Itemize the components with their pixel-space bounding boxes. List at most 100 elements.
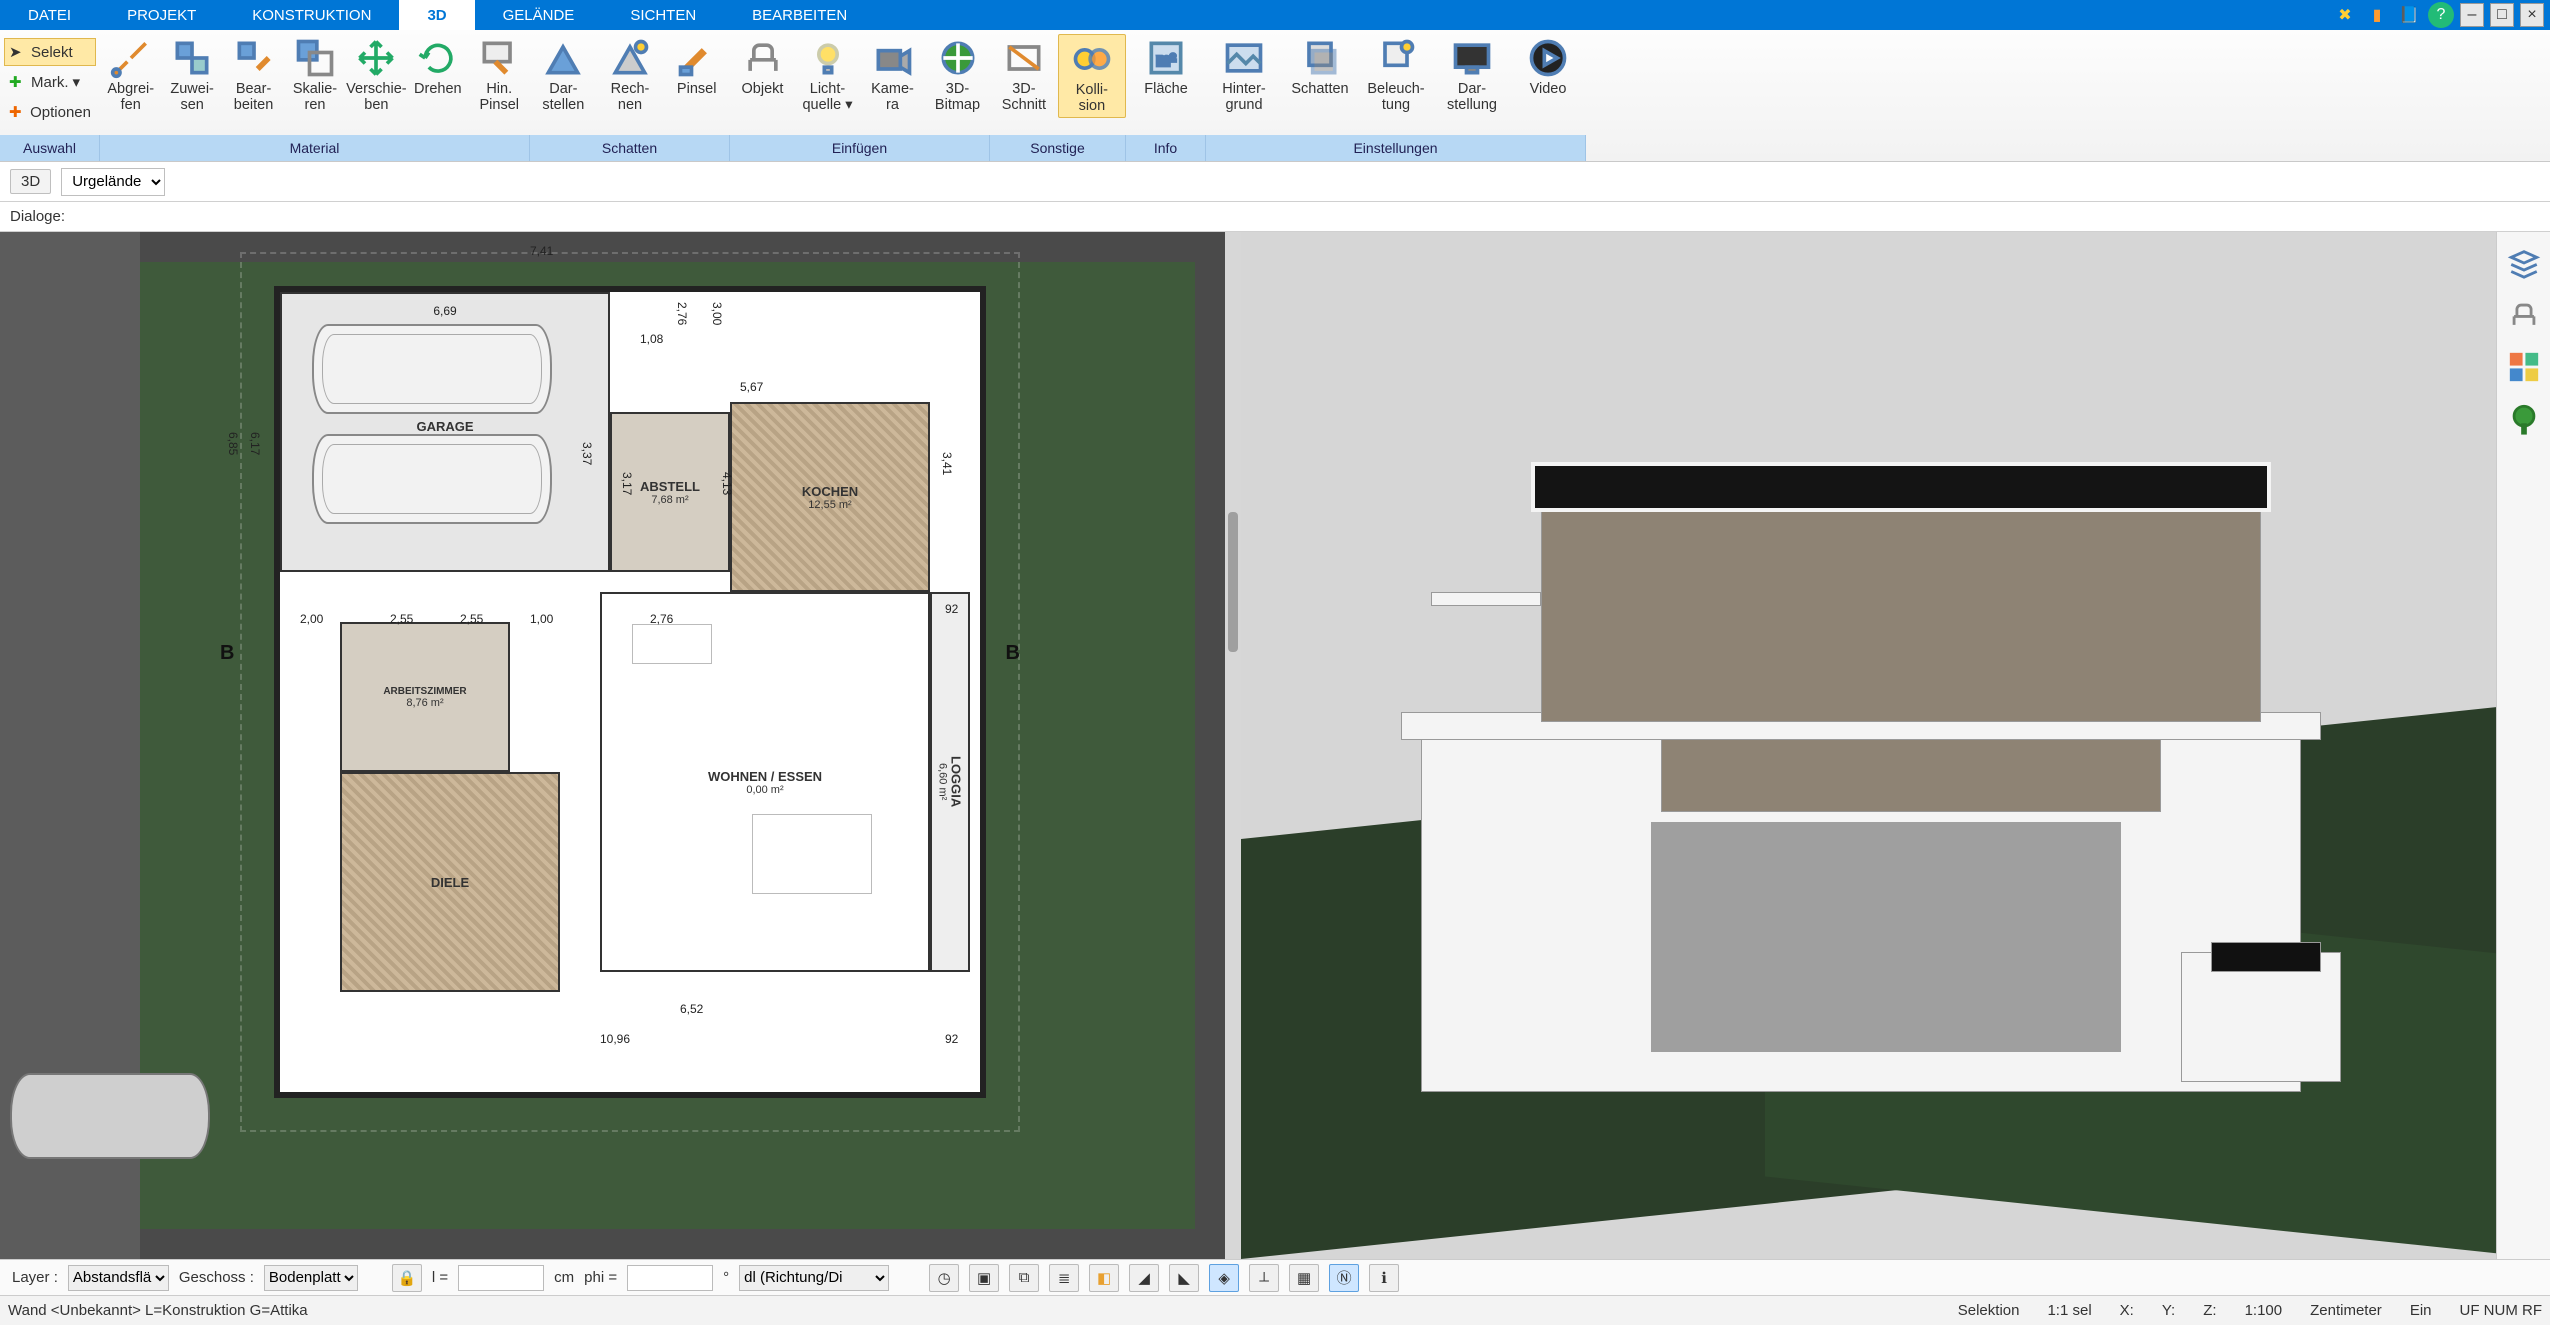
- beleuchtung-label: Beleuch- tung: [1367, 82, 1424, 114]
- dim-255b: 2,55: [460, 612, 483, 626]
- ribbon-hin-pinsel[interactable]: Hin. Pinsel: [469, 34, 530, 116]
- dim-100: 1,00: [530, 612, 553, 626]
- room-garage: 6,69 GARAGE 36,36 m²: [280, 292, 610, 572]
- north-icon[interactable]: Ⓝ: [1329, 1264, 1359, 1292]
- ribbon-video[interactable]: Video: [1510, 34, 1586, 100]
- hatch-down-icon[interactable]: ◣: [1169, 1264, 1199, 1292]
- ribbon-verschieben[interactable]: Verschie- ben: [346, 34, 407, 116]
- tree-icon[interactable]: [2507, 402, 2541, 436]
- ribbon-hintergrund[interactable]: Hinter- grund: [1206, 34, 1282, 116]
- dim-413: 4,13: [720, 472, 734, 495]
- parallel-icon[interactable]: ◈: [1209, 1264, 1239, 1292]
- dim-276b: 2,76: [650, 612, 673, 626]
- 3d-schnitt-label: 3D- Schnitt: [1002, 82, 1046, 114]
- ribbon-pinsel[interactable]: Pinsel: [663, 34, 730, 100]
- ribbon-skalieren[interactable]: Skalie- ren: [284, 34, 345, 116]
- dialog-bar: Dialoge:: [0, 202, 2550, 232]
- ribbon-drehen[interactable]: Drehen: [407, 34, 468, 100]
- ribbon-beleuchtung[interactable]: Beleuch- tung: [1358, 34, 1434, 116]
- layers-icon[interactable]: [2507, 246, 2541, 280]
- ribbon-rechnen[interactable]: Rech- nen: [597, 34, 664, 116]
- dim-200: 2,00: [300, 612, 323, 626]
- layer-select[interactable]: Abstandsflä: [68, 1265, 169, 1291]
- objekt-icon: [741, 36, 785, 80]
- plus-orange-icon: ✚: [9, 103, 26, 121]
- tab-projekt[interactable]: PROJEKT: [99, 0, 224, 30]
- 3d-view[interactable]: [1241, 232, 2550, 1259]
- l-label: l =: [432, 1269, 448, 1286]
- maximize-button[interactable]: □: [2490, 3, 2514, 27]
- bearbeiten-icon: [232, 36, 276, 80]
- ribbon-kollision[interactable]: Kolli- sion: [1058, 34, 1126, 118]
- ribbon-objekt[interactable]: Objekt: [730, 34, 795, 100]
- terrain-select[interactable]: Urgelände: [61, 168, 165, 196]
- ribbon-darstellung[interactable]: Dar- stellung: [1434, 34, 1510, 116]
- mark-button[interactable]: ✚Mark. ▾: [4, 68, 96, 96]
- status-scale: 1:100: [2245, 1302, 2283, 1319]
- group-icon[interactable]: ⧉: [1009, 1264, 1039, 1292]
- tab-bearbeiten[interactable]: BEARBEITEN: [724, 0, 875, 30]
- ribbon-flaeche[interactable]: m² Fläche: [1126, 34, 1206, 100]
- zuweisen-icon: [170, 36, 214, 80]
- pinsel-label: Pinsel: [677, 82, 717, 98]
- tab-datei[interactable]: DATEI: [0, 0, 99, 30]
- hin-pinsel-label: Hin. Pinsel: [479, 82, 519, 114]
- mark-label: Mark.: [31, 74, 69, 91]
- ribbon-darstellen[interactable]: Dar- stellen: [530, 34, 597, 116]
- furniture-icon[interactable]: [2507, 298, 2541, 332]
- status-z: Z:: [2203, 1302, 2216, 1319]
- lock-toggle[interactable]: 🔒: [392, 1264, 422, 1292]
- grid-icon[interactable]: ▦: [1289, 1264, 1319, 1292]
- darstellung-icon: [1450, 36, 1494, 80]
- ribbon-schatten2[interactable]: Schatten: [1282, 34, 1358, 100]
- abgreifen-icon: [109, 36, 153, 80]
- ribbon-kamera[interactable]: Kame- ra: [860, 34, 925, 116]
- group-schatten-label: Schatten: [530, 135, 730, 161]
- tab-sichten[interactable]: SICHTEN: [602, 0, 724, 30]
- stack-icon[interactable]: ◧: [1089, 1264, 1119, 1292]
- floorplan-view[interactable]: 7,41 6,69 GARAGE 36,36 m² ABSTELL 7,68 m…: [0, 232, 1225, 1259]
- book-icon[interactable]: 📘: [2396, 2, 2422, 28]
- phi-input[interactable]: [627, 1265, 713, 1291]
- ribbon-lichtquelle[interactable]: Licht- quelle ▾: [795, 34, 860, 116]
- video-label: Video: [1530, 82, 1567, 98]
- darstellung-label: Dar- stellung: [1447, 82, 1497, 114]
- splitter-thumb[interactable]: [1228, 512, 1238, 652]
- measure-icon[interactable]: ⟂: [1249, 1264, 1279, 1292]
- selekt-button[interactable]: ➤Selekt: [4, 38, 96, 66]
- dim-652: 6,52: [680, 1002, 703, 1016]
- cabinet-icon[interactable]: ▮: [2364, 2, 2390, 28]
- lichtquelle-label: Licht- quelle ▾: [802, 82, 852, 114]
- loggia-name: LOGGIA: [949, 756, 964, 807]
- plus-green-icon: ✚: [9, 73, 27, 91]
- help-icon[interactable]: ?: [2428, 2, 2454, 28]
- ribbon-bearbeiten[interactable]: Bear- beiten: [223, 34, 284, 116]
- palette-icon[interactable]: [2507, 350, 2541, 384]
- ribbon-abgreifen[interactable]: Abgrei- fen: [100, 34, 161, 116]
- tab-gelaende[interactable]: GELÄNDE: [475, 0, 603, 30]
- info-icon[interactable]: ℹ: [1369, 1264, 1399, 1292]
- optionen-button[interactable]: ✚Optionen: [4, 98, 96, 126]
- driveway-car: [10, 1073, 210, 1159]
- tab-3d[interactable]: 3D: [399, 0, 474, 30]
- arbeits-area: 8,76 m²: [406, 697, 443, 709]
- view-splitter[interactable]: [1225, 232, 1241, 1259]
- ribbon-zuweisen[interactable]: Zuwei- sen: [161, 34, 222, 116]
- ribbon-3d-bitmap[interactable]: 3D- Bitmap: [925, 34, 990, 116]
- hatch-up-icon[interactable]: ◢: [1129, 1264, 1159, 1292]
- chevron-down-icon: ▾: [73, 73, 81, 91]
- storey-select[interactable]: Bodenplatt: [264, 1265, 358, 1291]
- clock-icon[interactable]: ◷: [929, 1264, 959, 1292]
- db-icon[interactable]: ≣: [1049, 1264, 1079, 1292]
- dl-select[interactable]: dl (Richtung/Di: [739, 1265, 889, 1291]
- minimize-button[interactable]: –: [2460, 3, 2484, 27]
- tab-konstruktion[interactable]: KONSTRUKTION: [224, 0, 399, 30]
- close-button[interactable]: ×: [2520, 3, 2544, 27]
- dim-337: 3,37: [580, 442, 594, 465]
- building-plan: 7,41 6,69 GARAGE 36,36 m² ABSTELL 7,68 m…: [280, 292, 980, 1092]
- select-icon[interactable]: ▣: [969, 1264, 999, 1292]
- l-input[interactable]: [458, 1265, 544, 1291]
- kollision-label: Kolli- sion: [1076, 83, 1108, 115]
- wrench-icon[interactable]: ✖: [2332, 2, 2358, 28]
- ribbon-3d-schnitt[interactable]: 3D- Schnitt: [990, 34, 1058, 116]
